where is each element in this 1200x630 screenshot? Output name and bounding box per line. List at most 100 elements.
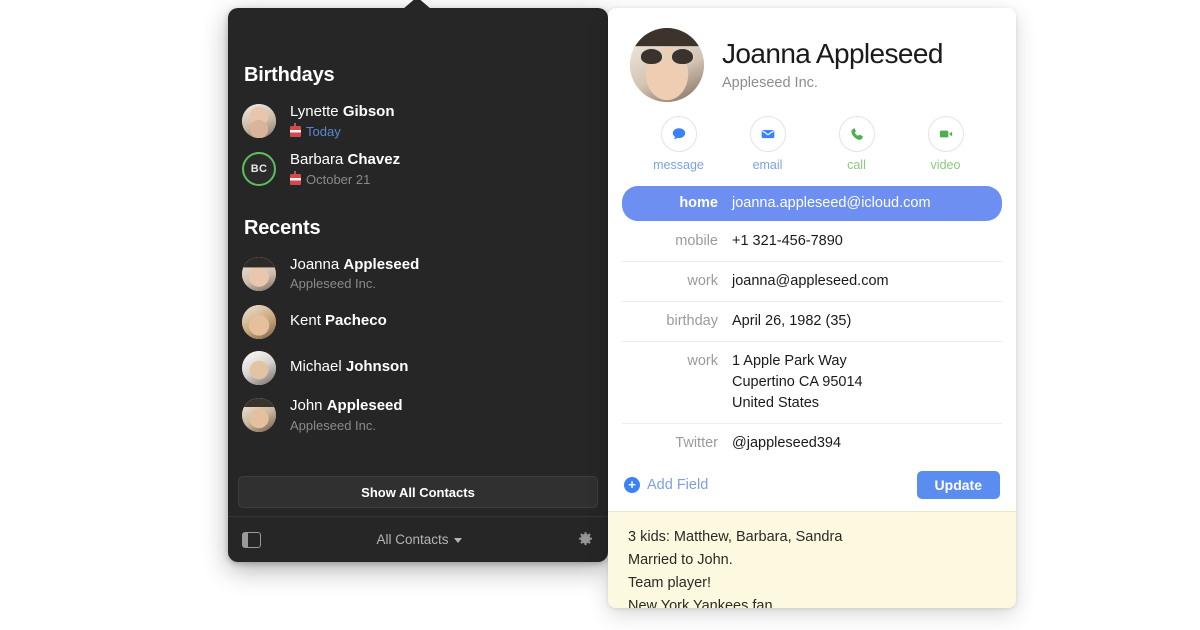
message-button[interactable]: message: [634, 116, 723, 172]
contact-last-name: Appleseed: [343, 255, 420, 273]
contact-photo: [242, 350, 276, 385]
avatar: [242, 103, 276, 138]
contact-notes[interactable]: 3 kids: Matthew, Barbara, Sandra Married…: [608, 511, 1016, 608]
contact-meta: Kent Pacheco: [290, 312, 387, 331]
contact-last-name: Johnson: [345, 358, 409, 376]
field-label: work: [687, 353, 718, 370]
contact-photo: [242, 398, 276, 433]
message-button-label: message: [653, 158, 704, 172]
address-line-city: Cupertino CA 95014: [732, 374, 863, 391]
add-field-label: Add Field: [647, 477, 709, 494]
birthday-date-line: Today: [290, 122, 395, 139]
birthday-row-lynette-gibson[interactable]: Lynette Gibson Today: [228, 97, 608, 145]
birthday-date-label: October 21: [306, 171, 371, 187]
contact-photo: [242, 103, 276, 138]
field-label: Twitter: [675, 435, 718, 452]
video-button-label: video: [930, 158, 961, 172]
group-selector-label: All Contacts: [376, 532, 449, 547]
field-row-work-email[interactable]: work joanna@appleseed.com: [622, 262, 1002, 303]
field-value[interactable]: joanna.appleseed@icloud.com: [732, 193, 1002, 214]
contact-first-name: John: [290, 396, 327, 414]
field-row-twitter[interactable]: Twitter @jappleseed394: [622, 424, 1002, 463]
contact-last-name: Chavez: [347, 150, 401, 168]
field-value[interactable]: +1 321-456-7890: [732, 231, 1002, 252]
email-button-circle: [749, 116, 786, 152]
contact-last-name: Pacheco: [325, 312, 387, 330]
field-row-mobile-phone[interactable]: mobile +1 321-456-7890: [622, 222, 1002, 263]
contact-photo: [630, 28, 704, 102]
field-value[interactable]: April 26, 1982 (35): [732, 311, 1002, 332]
update-button[interactable]: Update: [916, 471, 1000, 500]
avatar: [242, 398, 276, 433]
recent-row-john-appleseed[interactable]: John Appleseed Appleseed Inc.: [228, 391, 608, 440]
field-value[interactable]: @jappleseed394: [732, 433, 1002, 454]
recent-row-kent-pacheco[interactable]: Kent Pacheco: [228, 299, 608, 345]
contact-name: Michael Johnson: [290, 358, 408, 377]
message-button-circle: [660, 116, 697, 152]
email-button-label: email: [752, 158, 783, 172]
show-all-contacts-button[interactable]: Show All Contacts: [238, 476, 598, 508]
call-button-circle: [838, 116, 875, 152]
contact-avatar-large[interactable]: [630, 28, 704, 102]
contacts-popover-panel: Birthdays Lynette Gibson Today BC Barbar…: [228, 0, 619, 562]
popover-toolbar: All Contacts: [228, 516, 608, 562]
contact-name: Lynette Gibson: [290, 103, 395, 122]
note-line: New York Yankees fan.: [628, 597, 777, 608]
contact-company-label: Appleseed Inc.: [722, 74, 818, 91]
card-title-wrap: Joanna Appleseed Appleseed Inc.: [722, 38, 943, 91]
recent-row-joanna-appleseed[interactable]: Joanna Appleseed Appleseed Inc.: [228, 250, 608, 299]
field-label: work: [687, 273, 718, 290]
field-row-home-email[interactable]: home joanna.appleseed@icloud.com: [622, 186, 1002, 222]
video-camera-icon: [939, 130, 952, 138]
contact-photo: [242, 257, 276, 292]
note-line: 3 kids: Matthew, Barbara, Sandra: [628, 529, 843, 546]
card-header: Joanna Appleseed Appleseed Inc.: [608, 8, 1016, 102]
field-value[interactable]: joanna@appleseed.com: [732, 271, 1002, 292]
group-selector-dropdown[interactable]: All Contacts: [261, 532, 577, 547]
gear-icon[interactable]: [577, 531, 594, 548]
popover-scroll-area[interactable]: Birthdays Lynette Gibson Today BC Barbar…: [228, 8, 608, 472]
contact-detail-card: Joanna Appleseed Appleseed Inc. message …: [608, 8, 1016, 608]
field-label: birthday: [666, 313, 718, 330]
birthday-date-label: Today: [306, 123, 341, 139]
contact-company: Appleseed Inc.: [290, 276, 377, 292]
avatar: [242, 304, 276, 339]
quick-action-row: message email call video: [608, 102, 1016, 180]
contact-meta: Barbara Chavez October 21: [290, 151, 400, 187]
contact-first-name: Joanna: [290, 255, 344, 273]
add-field-button[interactable]: + Add Field: [624, 477, 709, 494]
avatar: [242, 350, 276, 385]
field-label: home: [679, 195, 718, 211]
field-value-address[interactable]: 1 Apple Park Way Cupertino CA 95014 Unit…: [732, 351, 1002, 414]
birthday-cake-icon: [290, 170, 301, 185]
video-button[interactable]: video: [901, 116, 990, 172]
call-button[interactable]: call: [812, 116, 901, 172]
plus-circle-icon: +: [624, 477, 640, 494]
contact-meta: Joanna Appleseed Appleseed Inc.: [290, 256, 419, 293]
popover-inner: Birthdays Lynette Gibson Today BC Barbar…: [228, 8, 608, 562]
birthday-date-line: October 21: [290, 170, 400, 187]
contact-last-name: Gibson: [342, 103, 395, 120]
note-line: Married to John.: [628, 552, 733, 569]
contact-name: Barbara Chavez: [290, 151, 400, 170]
card-action-bar: + Add Field Update: [608, 463, 1016, 511]
contact-name: Joanna Appleseed: [290, 256, 419, 275]
contact-first-name: Kent: [290, 312, 326, 330]
address-line-country: United States: [732, 395, 820, 412]
recent-row-michael-johnson[interactable]: Michael Johnson: [228, 345, 608, 391]
avatar: [242, 257, 276, 292]
contact-photo: [242, 304, 276, 339]
contact-first-name: Michael: [290, 358, 346, 376]
contact-name: John Appleseed: [290, 397, 403, 416]
phone-icon: [850, 127, 863, 140]
address-line-street: 1 Apple Park Way: [732, 353, 847, 370]
contact-meta: Michael Johnson: [290, 358, 408, 377]
sidebar-toggle-icon[interactable]: [242, 531, 261, 548]
section-title-birthdays: Birthdays: [244, 64, 335, 86]
email-button[interactable]: email: [723, 116, 812, 172]
lens-right: [671, 48, 694, 65]
field-row-work-address[interactable]: work 1 Apple Park Way Cupertino CA 95014…: [622, 342, 1002, 425]
contact-meta: John Appleseed Appleseed Inc.: [290, 397, 403, 434]
field-row-birthday[interactable]: birthday April 26, 1982 (35): [622, 302, 1002, 343]
birthday-row-barbara-chavez[interactable]: BC Barbara Chavez October 21: [228, 145, 608, 193]
